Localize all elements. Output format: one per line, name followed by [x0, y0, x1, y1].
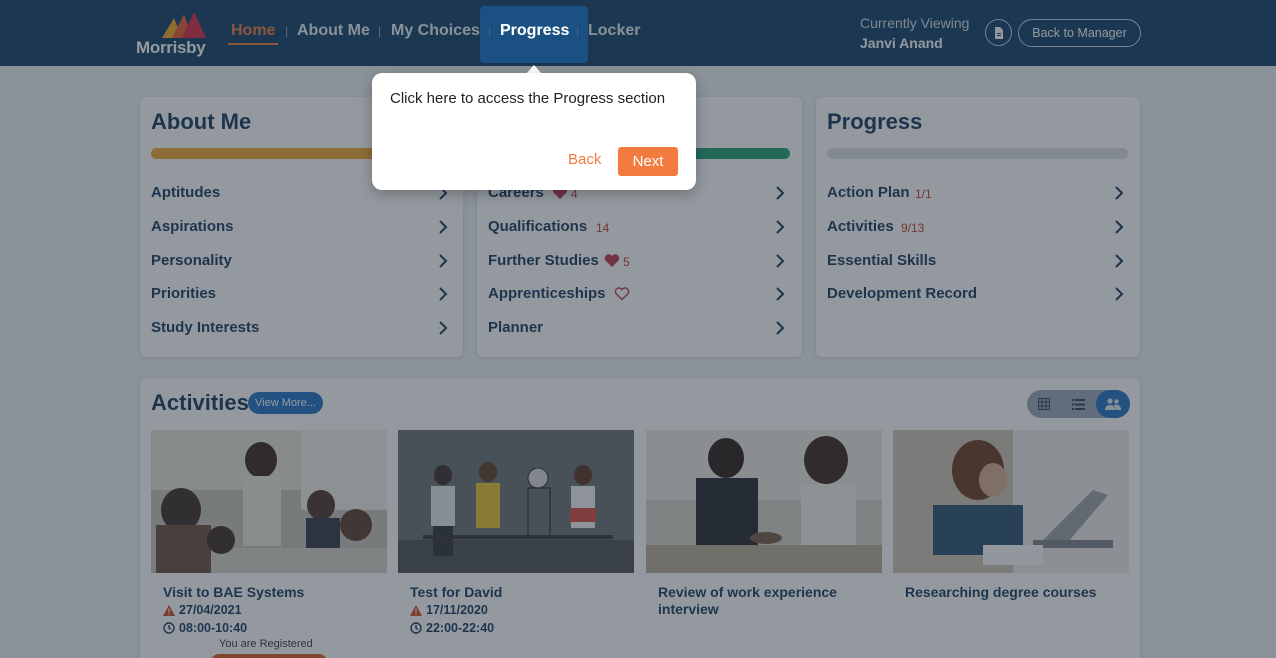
- tooltip-back-button[interactable]: Back: [568, 151, 601, 168]
- tooltip-text: Click here to access the Progress sectio…: [390, 90, 666, 107]
- tour-tooltip: Click here to access the Progress sectio…: [372, 73, 696, 190]
- nav-progress-spotlit[interactable]: Progress: [500, 22, 569, 40]
- tooltip-next-button[interactable]: Next: [618, 147, 678, 176]
